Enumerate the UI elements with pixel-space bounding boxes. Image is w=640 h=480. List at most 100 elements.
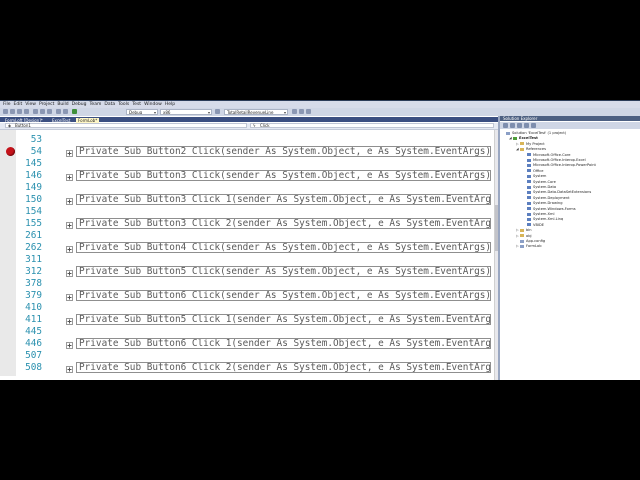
save-icon[interactable] [17, 109, 22, 114]
show-all-files-icon[interactable] [510, 123, 515, 128]
solution-tree-item[interactable]: System.Data.DataSetExtensions [523, 190, 591, 195]
expand-region-icon[interactable] [66, 269, 73, 277]
menu-data[interactable]: Data [104, 101, 115, 108]
expand-region-icon[interactable] [66, 293, 73, 301]
expand-arrow-icon[interactable]: ▷ [516, 142, 519, 147]
solution-explorer-icon[interactable] [306, 109, 311, 114]
expand-region-icon[interactable] [66, 341, 73, 349]
breakpoint-gutter[interactable] [0, 130, 16, 376]
expand-region-icon[interactable] [66, 245, 73, 253]
solution-tree-item[interactable]: System.Data [523, 185, 556, 190]
solution-tree-item[interactable]: VBIDE [523, 223, 544, 228]
chevron-down-icon: ▾ [283, 110, 286, 115]
expand-arrow-icon[interactable]: ◢ [509, 136, 512, 141]
solution-tree-item[interactable]: System [523, 174, 546, 179]
line-number: 445 [25, 326, 42, 337]
collapsed-region[interactable]: Private Sub Button3_Click(sender As Syst… [76, 170, 491, 181]
class-name-dropdown[interactable]: ◈ Button1 [5, 123, 247, 128]
expand-region-icon[interactable] [66, 173, 73, 181]
expand-region-icon[interactable] [66, 197, 73, 205]
menu-file[interactable]: File [3, 101, 11, 108]
solution-tree-item[interactable]: Microsoft.Office.Interop.PowerPoint [523, 163, 596, 168]
menu-view[interactable]: View [25, 101, 36, 108]
solution-tree-item[interactable]: ▷ bin [516, 228, 532, 233]
expand-arrow-icon[interactable]: ◢ [516, 147, 519, 152]
expand-arrow-icon[interactable]: ▷ [516, 234, 519, 239]
solution-tree-item[interactable]: System.Deployment [523, 196, 570, 201]
menu-tools[interactable]: Tools [118, 101, 129, 108]
expand-arrow-icon[interactable]: ▷ [516, 228, 519, 233]
open-file-icon[interactable] [10, 109, 15, 114]
menu-test[interactable]: Test [132, 101, 141, 108]
view-code-icon[interactable] [524, 123, 529, 128]
platform-select[interactable]: x86 ▾ [160, 109, 212, 115]
solution-tree-item[interactable]: System.Xml.Linq [523, 217, 563, 222]
menu-team[interactable]: Team [89, 101, 101, 108]
method-name-dropdown[interactable]: ϟ Click [250, 123, 494, 128]
new-project-icon[interactable] [3, 109, 8, 114]
menu-help[interactable]: Help [165, 101, 175, 108]
line-number: 155 [25, 218, 42, 229]
configuration-value: Debug [129, 110, 143, 115]
copy-icon[interactable] [40, 109, 45, 114]
tree-item-label: System.Deployment [533, 195, 570, 200]
start-debugging-icon[interactable] [72, 109, 77, 114]
tree-item-label: References [526, 147, 546, 152]
menu-debug[interactable]: Debug [72, 101, 87, 108]
solution-tree-item[interactable]: App.config [516, 239, 545, 244]
solution-tree-item[interactable]: ▷ My Project [516, 142, 545, 147]
line-number: 53 [30, 134, 42, 145]
line-number: 446 [25, 338, 42, 349]
expand-region-icon[interactable] [66, 317, 73, 325]
expand-region-icon[interactable] [66, 365, 73, 373]
solution-tree-item[interactable]: ▷ FormLob [516, 244, 541, 249]
collapsed-region[interactable]: Private Sub Button6_Click_2(sender As Sy… [76, 362, 491, 373]
solution-tree-item[interactable]: ▷ obj [516, 234, 531, 239]
solution-tree-item[interactable]: Solution 'ExcelTest' (1 project) [502, 131, 566, 136]
collapsed-region[interactable]: Private Sub Button5_Click(sender As Syst… [76, 266, 491, 277]
code-editor[interactable]: 53 54 Private Sub Button2_Click(sender As … [0, 130, 494, 380]
collapsed-region[interactable]: Private Sub Button5_Click_1(sender As Sy… [76, 314, 491, 325]
collapsed-region[interactable]: Private Sub Button4_Click(sender As Syst… [76, 242, 491, 253]
undo-icon[interactable] [56, 109, 61, 114]
redo-icon[interactable] [63, 109, 68, 114]
solution-tree-item[interactable]: ◢ References [516, 147, 546, 152]
expand-region-icon[interactable] [66, 221, 73, 229]
solution-tree-item[interactable]: System.Core [523, 180, 556, 185]
find-box[interactable]: TotalRetailRevenueLine ▾ [224, 109, 288, 115]
collapsed-region[interactable]: Private Sub Button6_Click(sender As Syst… [76, 290, 491, 301]
paste-icon[interactable] [47, 109, 52, 114]
tree-item-label: Microsoft.Office.Interop.PowerPoint [533, 163, 596, 168]
solution-tree-item[interactable]: Microsoft.Office.Interop.Excel [523, 158, 586, 163]
breakpoint-icon[interactable] [6, 147, 15, 156]
collapsed-region[interactable]: Private Sub Button3_Click_2(sender As Sy… [76, 218, 491, 229]
toolbox-icon[interactable] [292, 109, 297, 114]
solution-tree-item[interactable]: Microsoft.Office.Core [523, 153, 570, 158]
collapsed-region[interactable]: Private Sub Button6_Click_1(sender As Sy… [76, 338, 491, 349]
save-all-icon[interactable] [24, 109, 29, 114]
collapsed-region[interactable]: Private Sub Button2_Click(sender As Syst… [76, 146, 491, 157]
view-designer-icon[interactable] [531, 123, 536, 128]
cut-icon[interactable] [33, 109, 38, 114]
solution-tree-item[interactable]: System.Xml [523, 212, 555, 217]
solution-tree-item[interactable]: Office [523, 169, 544, 174]
collapsed-region[interactable]: Private Sub Button3_Click_1(sender As Sy… [76, 194, 491, 205]
expand-arrow-icon[interactable]: ▷ [516, 244, 519, 249]
refresh-icon[interactable] [517, 123, 522, 128]
menu-edit[interactable]: Edit [14, 101, 23, 108]
ide-window: File Edit View Project Build Debug Team Data Too… [0, 100, 640, 380]
menu-window[interactable]: Window [144, 101, 162, 108]
expand-region-icon[interactable] [66, 149, 73, 157]
find-icon[interactable] [215, 109, 220, 114]
menu-build[interactable]: Build [57, 101, 68, 108]
line-number: 154 [25, 206, 42, 217]
solution-tree-item[interactable]: ◢ ExcelTest [509, 136, 538, 141]
solution-explorer-header: Solution Explorer [500, 116, 640, 121]
properties-icon[interactable] [299, 109, 304, 114]
configuration-select[interactable]: Debug ▾ [126, 109, 158, 115]
solution-tree-item[interactable]: System.Drawing [523, 201, 563, 206]
solution-tree-item[interactable]: System.Windows.Forms [523, 207, 576, 212]
menu-project[interactable]: Project [39, 101, 54, 108]
folder-icon [520, 142, 524, 146]
properties-icon[interactable] [503, 123, 508, 128]
